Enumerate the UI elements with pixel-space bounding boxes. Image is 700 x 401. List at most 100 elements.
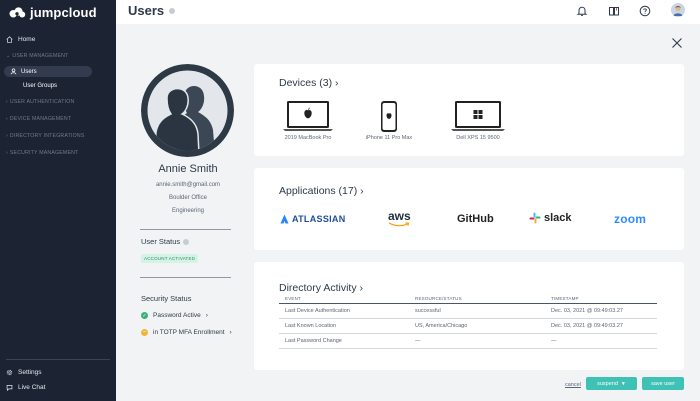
chevron-right-icon: › <box>205 312 208 319</box>
section-directory-integrations[interactable]: › DIRECTORY INTEGRATIONS <box>6 133 85 139</box>
column-header: RESOURCE/STATUS <box>409 294 545 304</box>
chevron-right-icon: › <box>6 133 8 139</box>
caret-down-icon: ▼ <box>620 380 626 387</box>
column-header: TIMESTAMP <box>545 294 657 304</box>
devices-card: Devices (3) › 2019 MacBook Pro iPhone 11… <box>254 64 684 156</box>
device-macbook[interactable]: 2019 MacBook Pro <box>282 100 334 141</box>
user-silhouette-icon <box>141 64 234 157</box>
app-github[interactable]: GitHub <box>457 213 494 225</box>
section-label: SECURITY MANAGEMENT <box>9 150 79 156</box>
security-status-heading: Security Status <box>141 294 192 303</box>
device-dell[interactable]: Dell XPS 15 9500 <box>450 100 506 141</box>
table-cell: successful <box>409 303 545 319</box>
user-status-heading: User Status <box>141 237 190 246</box>
app-label: zoom <box>614 212 647 226</box>
mfa-status-row[interactable]: – in TOTP MFA Enrollment › <box>141 329 232 336</box>
sidebar-item-user-groups[interactable]: User Groups <box>23 83 57 89</box>
top-bar: Users <box>116 0 700 24</box>
question-icon[interactable] <box>639 5 651 17</box>
button-label: suspend <box>597 380 618 387</box>
chat-icon <box>6 385 13 391</box>
table-cell: — <box>545 333 657 349</box>
brand[interactable]: jumpcloud <box>8 5 97 20</box>
device-label: iPhone 11 Pro Max <box>365 135 413 141</box>
user-detail-panel: Annie Smith annie.smith@gmail.com Boulde… <box>116 24 700 401</box>
devices-title[interactable]: Devices (3) › <box>279 77 339 89</box>
table-row: Last Known Location US, America/Chicago … <box>279 318 657 334</box>
directory-activity-card: Directory Activity › EVENT RESOURCE/STAT… <box>254 262 684 370</box>
password-status-row[interactable]: ✓ Password Active › <box>141 312 208 319</box>
device-label: 2019 MacBook Pro <box>284 135 332 141</box>
gear-icon <box>6 369 13 376</box>
app-label: ATLASSIAN <box>292 214 346 224</box>
laptop-windows-icon <box>451 101 505 131</box>
status-badge: ACCOUNT ACTIVATED <box>141 254 199 263</box>
app-atlassian[interactable]: ATLASSIAN <box>280 214 346 224</box>
card-title-text: Directory Activity <box>279 282 357 294</box>
table-cell: Dec. 03, 2021 @ 09:49:03.27 <box>545 318 657 334</box>
activity-table: EVENT RESOURCE/STATUS TIMESTAMP Last Dev… <box>279 294 657 349</box>
app-zoom[interactable]: zoom <box>614 212 646 226</box>
phone-apple-icon <box>381 101 397 132</box>
app-label: aws <box>388 209 411 223</box>
help-icon[interactable] <box>183 238 190 245</box>
sidebar: jumpcloud Home ⌄ USER MANAGEMENT Users U… <box>0 0 116 401</box>
sidebar-divider <box>6 359 110 360</box>
sidebar-item-home[interactable]: Home <box>6 36 35 43</box>
laptop-apple-icon <box>283 101 333 131</box>
directory-activity-title[interactable]: Directory Activity › <box>279 282 363 294</box>
home-icon <box>6 36 13 43</box>
chevron-right-icon: › <box>229 329 232 336</box>
sidebar-item-settings[interactable]: Settings <box>6 369 42 376</box>
section-security-management[interactable]: › SECURITY MANAGEMENT <box>6 150 78 156</box>
applications-title[interactable]: Applications (17) › <box>279 185 364 197</box>
sidebar-item-label: Home <box>18 36 36 43</box>
account-avatar[interactable] <box>671 3 685 17</box>
table-cell: — <box>409 333 545 349</box>
sidebar-item-users[interactable]: Users <box>10 68 37 75</box>
help-icon[interactable] <box>169 7 176 14</box>
profile-email: annie.smith@gmail.com <box>155 182 221 188</box>
device-iphone[interactable]: iPhone 11 Pro Max <box>360 100 418 141</box>
jumpcloud-logo-icon <box>9 6 26 17</box>
pending-icon: – <box>141 329 148 336</box>
app-aws[interactable]: aws <box>388 210 411 227</box>
sidebar-item-live-chat[interactable]: Live Chat <box>6 384 45 391</box>
user-icon <box>10 68 17 75</box>
profile-department: Engineering <box>171 208 205 214</box>
applications-card: Applications (17) › ATLASSIAN aws GitHub <box>254 168 684 250</box>
section-label: USER AUTHENTICATION <box>9 99 75 105</box>
user-avatar-icon <box>671 3 685 17</box>
section-label: USER MANAGEMENT <box>12 53 69 59</box>
profile-avatar <box>141 64 234 157</box>
divider <box>140 277 231 278</box>
chevron-right-icon: › <box>359 282 364 294</box>
table-cell: Last Password Change <box>279 333 409 349</box>
cancel-link[interactable]: cancel <box>565 382 581 388</box>
section-user-authentication[interactable]: › USER AUTHENTICATION <box>6 99 74 105</box>
close-icon[interactable] <box>671 37 683 49</box>
user-status-label: User Status <box>141 237 181 246</box>
password-status-text: Password Active <box>153 312 201 319</box>
button-label: save user <box>651 380 675 387</box>
chevron-right-icon: › <box>6 150 8 156</box>
suspend-button[interactable]: suspend ▼ <box>586 377 637 390</box>
atlassian-icon <box>280 214 289 224</box>
section-device-management[interactable]: › DEVICE MANAGEMENT <box>6 116 71 122</box>
section-label: DEVICE MANAGEMENT <box>9 116 72 122</box>
book-icon[interactable] <box>608 5 620 17</box>
table-row: Last Password Change — — <box>279 333 657 349</box>
mfa-status-text: in TOTP MFA Enrollment <box>153 329 225 336</box>
profile-location: Boulder Office <box>169 195 207 201</box>
save-user-button[interactable]: save user <box>642 377 684 390</box>
sidebar-item-label: User Groups <box>23 83 58 89</box>
page-title-text: Users <box>128 3 165 18</box>
chevron-right-icon: › <box>6 99 8 105</box>
section-user-management[interactable]: ⌄ USER MANAGEMENT <box>6 53 68 59</box>
bell-icon[interactable] <box>576 5 588 17</box>
chevron-right-icon: › <box>6 116 8 122</box>
card-title-text: Applications (17) <box>279 185 358 197</box>
device-label: Dell XPS 15 9500 <box>456 135 500 141</box>
app-slack[interactable]: slack <box>529 212 572 224</box>
column-header: EVENT <box>279 294 409 304</box>
